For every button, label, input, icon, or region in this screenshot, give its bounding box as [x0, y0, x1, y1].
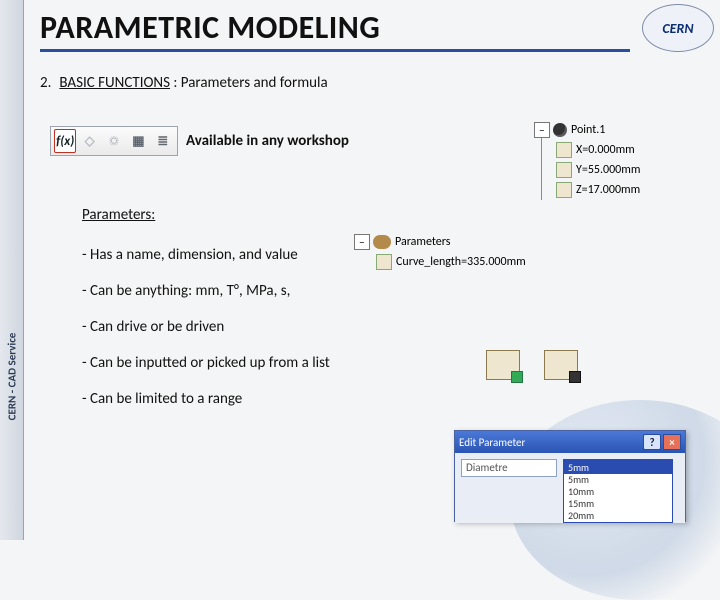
- body-line: - Can be limited to a range: [82, 390, 330, 408]
- section-heading: 2. BASIC FUNCTIONS : Parameters and formu…: [40, 74, 328, 92]
- parameter-icons: [486, 350, 578, 380]
- collapse-icon[interactable]: [354, 234, 370, 250]
- parameters-header: Parameters:: [82, 206, 330, 224]
- rail-text: CERN - CAD Service: [5, 333, 18, 421]
- toolbar-caption: Available in any workshop: [186, 132, 349, 150]
- body-column: Parameters: - Has a name, dimension, and…: [82, 206, 330, 426]
- tree-leaf[interactable]: Z=17.000mm: [556, 180, 684, 200]
- param-leaf-icon: [376, 254, 392, 270]
- param-leaf-icon: [556, 162, 572, 178]
- parameters-icon: [373, 235, 391, 249]
- param-leaf-icon: [556, 142, 572, 158]
- logo-text: CERN: [662, 20, 693, 37]
- dialog-titlebar[interactable]: Edit Parameter ? ×: [455, 431, 685, 453]
- cern-logo: CERN: [642, 4, 714, 52]
- tree-leaf[interactable]: Y=55.000mm: [556, 160, 684, 180]
- checks-button[interactable]: ≣: [152, 129, 174, 153]
- section-number: 2.: [40, 74, 51, 92]
- spec-tree-point: Point.1 X=0.000mm Y=55.000mm Z=17.000mm: [534, 120, 684, 200]
- knowledge-toolbar: f(x) ◇ ☼ ▦ ≣: [50, 126, 178, 156]
- dropdown-option[interactable]: 20mm: [564, 510, 672, 522]
- dialog-body: Diametre 5mm 5mm 10mm 15mm 20mm: [455, 453, 685, 523]
- tree-label: Curve_length=335.000mm: [396, 255, 526, 269]
- param-value-dropdown[interactable]: 5mm 5mm 10mm 15mm 20mm: [563, 459, 673, 523]
- dropdown-list: 5mm 10mm 15mm 20mm: [564, 474, 672, 522]
- spec-tree-parameters: Parameters Curve_length=335.000mm: [354, 232, 574, 272]
- help-button[interactable]: ?: [643, 434, 661, 450]
- edit-parameter-dialog: Edit Parameter ? × Diametre 5mm 5mm 10mm…: [454, 430, 686, 522]
- tree-label: X=0.000mm: [576, 143, 635, 157]
- tree-leaf[interactable]: X=0.000mm: [556, 140, 684, 160]
- user-param-icon: [486, 350, 520, 380]
- dropdown-selected: 5mm: [564, 460, 672, 474]
- point-icon: [553, 123, 567, 137]
- tree-label: Z=17.000mm: [576, 183, 640, 197]
- param-leaf-icon: [556, 182, 572, 198]
- body-line: - Can be inputted or picked up from a li…: [82, 354, 330, 372]
- tree-label: Parameters: [395, 235, 450, 249]
- param-name-field[interactable]: Diametre: [461, 459, 557, 477]
- section-rest: : Parameters and formula: [170, 74, 328, 92]
- formula-button[interactable]: f(x): [54, 129, 76, 153]
- close-button[interactable]: ×: [663, 434, 681, 450]
- rules-button[interactable]: ▦: [127, 129, 149, 153]
- tree-label: Y=55.000mm: [576, 163, 640, 177]
- driven-param-icon: [544, 350, 578, 380]
- law-button[interactable]: ☼: [103, 129, 125, 153]
- title-block: PARAMETRIC MODELING: [40, 8, 630, 52]
- design-table-button[interactable]: ◇: [78, 129, 100, 153]
- left-rail: CERN - CAD Service: [0, 0, 24, 540]
- section-label: BASIC FUNCTIONS: [59, 74, 170, 92]
- body-line: - Has a name, dimension, and value: [82, 246, 330, 264]
- tree-label: Point.1: [571, 123, 605, 137]
- tree-root[interactable]: Point.1: [534, 120, 684, 140]
- body-line: - Can be anything: mm, T°, MPa, s,: [82, 282, 330, 300]
- tree-leaf[interactable]: Curve_length=335.000mm: [376, 252, 574, 272]
- page-title: PARAMETRIC MODELING: [40, 8, 630, 52]
- body-line: - Can drive or be driven: [82, 318, 330, 336]
- collapse-icon[interactable]: [534, 122, 550, 138]
- dialog-title: Edit Parameter: [459, 436, 525, 449]
- tree-root[interactable]: Parameters: [354, 232, 574, 252]
